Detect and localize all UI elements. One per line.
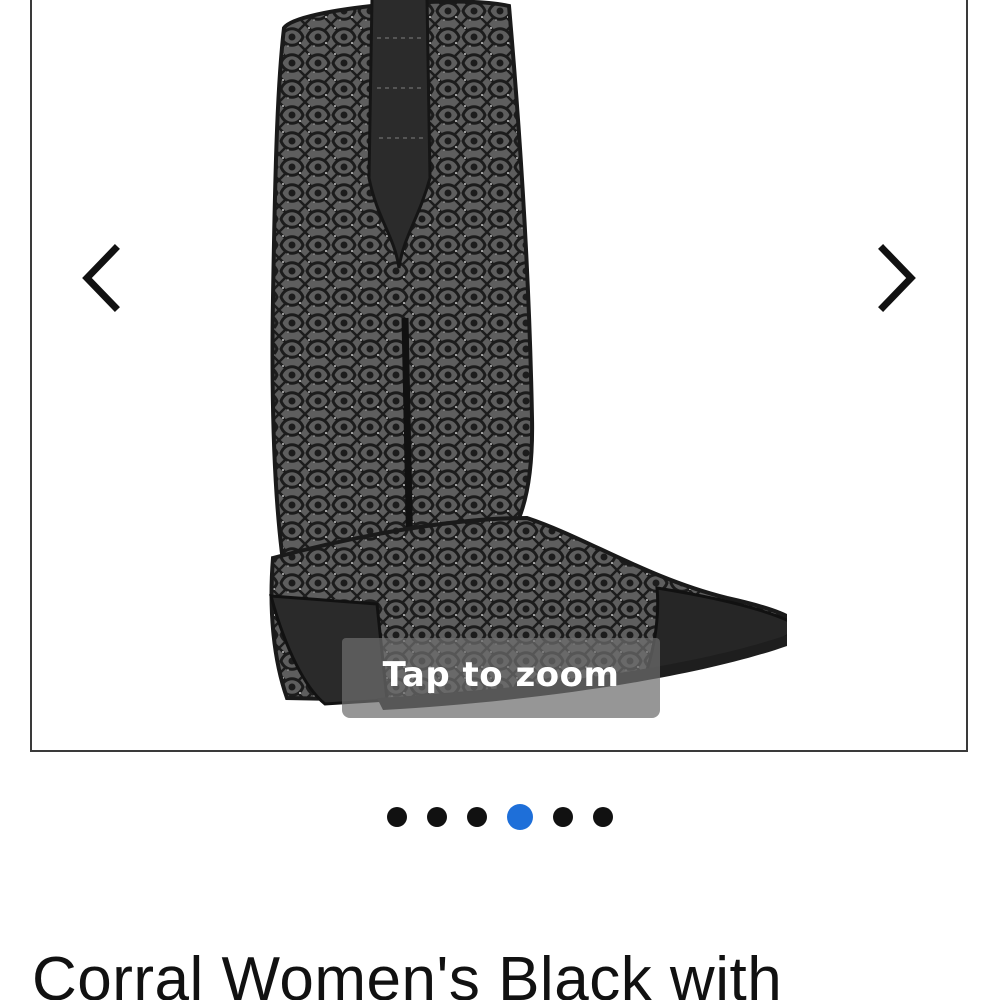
- carousel-dot-2[interactable]: [427, 807, 447, 827]
- chevron-left-icon: [82, 244, 120, 312]
- carousel-dot-4-active[interactable]: [507, 804, 533, 830]
- image-gallery[interactable]: Tap to zoom: [30, 0, 968, 752]
- chevron-right-icon: [878, 244, 916, 312]
- carousel-dot-6[interactable]: [593, 807, 613, 827]
- carousel-dot-5[interactable]: [553, 807, 573, 827]
- carousel-dot-3[interactable]: [467, 807, 487, 827]
- previous-image-button[interactable]: [70, 238, 130, 318]
- product-image[interactable]: [227, 0, 787, 718]
- product-title: Corral Women's Black with: [32, 945, 783, 1000]
- boot-illustration: [269, 0, 787, 710]
- tap-to-zoom-hint[interactable]: Tap to zoom: [342, 638, 660, 718]
- next-image-button[interactable]: [868, 238, 928, 318]
- carousel-indicator: [0, 804, 1000, 830]
- carousel-dot-1[interactable]: [387, 807, 407, 827]
- product-page: Tap to zoom Corral Women's Black with: [0, 0, 1000, 1000]
- zoom-hint-label: Tap to zoom: [382, 655, 620, 695]
